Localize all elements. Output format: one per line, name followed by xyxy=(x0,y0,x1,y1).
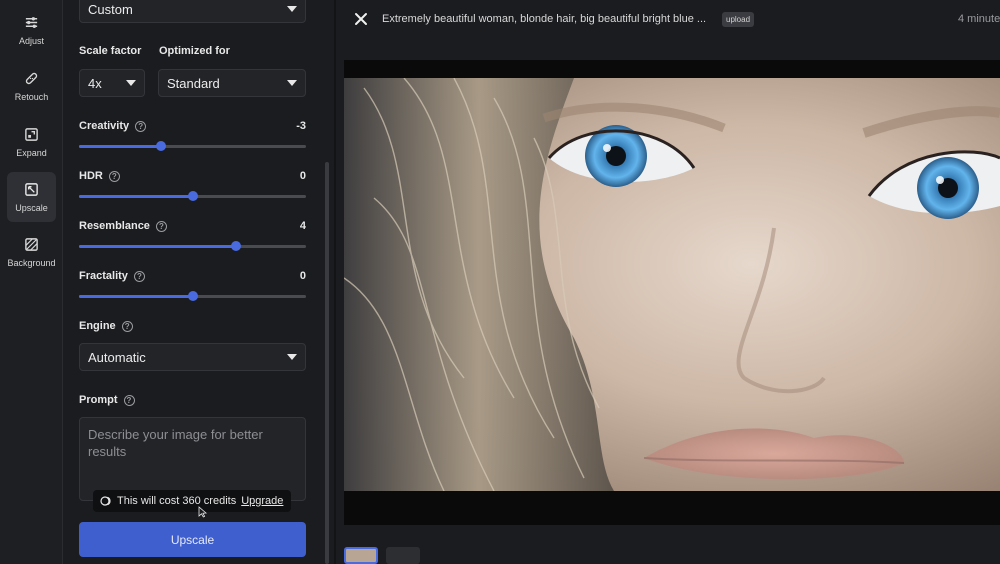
creativity-value: -3 xyxy=(296,120,306,132)
engine-select[interactable]: Automatic xyxy=(79,343,306,371)
resemblance-slider[interactable] xyxy=(79,241,306,251)
slider-fill xyxy=(79,245,236,248)
mode-select-value: Custom xyxy=(88,1,133,17)
resemblance-value: 4 xyxy=(299,220,306,232)
optimized-for-select[interactable]: Standard xyxy=(158,69,306,97)
upload-badge: upload xyxy=(722,12,755,27)
slider-handle[interactable] xyxy=(230,241,241,251)
prompt-label-text: Prompt xyxy=(79,394,118,406)
background-icon xyxy=(25,237,38,251)
rail-item-upscale[interactable]: Upscale xyxy=(7,172,56,222)
creativity-label-text: Creativity xyxy=(79,120,130,132)
scale-factor-value: 4x xyxy=(88,75,102,91)
fractality-slider[interactable] xyxy=(79,291,306,301)
help-icon[interactable]: ? xyxy=(121,320,133,332)
scale-factor-label-text: Scale factor xyxy=(79,45,142,57)
sliders-icon xyxy=(25,16,38,28)
rail-item-label: Upscale xyxy=(15,202,48,213)
help-icon[interactable]: ? xyxy=(123,394,135,406)
hdr-label-text: HDR xyxy=(79,170,103,182)
rail-item-label: Retouch xyxy=(14,91,49,102)
rail-item-label: Expand xyxy=(16,147,47,158)
upscale-button[interactable]: Upscale xyxy=(79,522,306,557)
help-icon[interactable]: ? xyxy=(155,220,167,232)
hdr-label: HDR ? xyxy=(79,170,120,182)
rail-item-adjust[interactable]: Adjust xyxy=(7,5,56,55)
preview-header: Extremely beautiful woman, blonde hair, … xyxy=(336,0,1000,40)
chevron-down-icon xyxy=(126,80,136,86)
scale-factor-label: Scale factor xyxy=(79,45,141,57)
close-icon[interactable] xyxy=(354,12,368,26)
optimized-for-label: Optimized for xyxy=(159,45,230,57)
help-icon[interactable]: ? xyxy=(135,120,147,132)
credits-icon xyxy=(100,496,111,506)
upscale-preview-image xyxy=(344,78,1000,491)
hdr-slider[interactable] xyxy=(79,191,306,201)
slider-handle[interactable] xyxy=(187,291,198,301)
slider-fill xyxy=(79,195,193,198)
prompt-label: Prompt ? xyxy=(79,394,135,406)
upgrade-link[interactable]: Upgrade xyxy=(241,495,283,507)
chevron-down-icon xyxy=(287,80,297,86)
rail-item-label: Adjust xyxy=(18,35,44,46)
thumbnail-strip xyxy=(344,546,1000,564)
optimized-for-value: Standard xyxy=(167,75,220,91)
engine-label: Engine ? xyxy=(79,320,133,332)
credit-cost-tooltip: This will cost 360 credits Upgrade xyxy=(93,490,291,512)
creativity-label: Creativity ? xyxy=(79,120,147,132)
rail-item-retouch[interactable]: Retouch xyxy=(7,61,56,111)
rail-item-label: Background xyxy=(7,257,56,268)
resemblance-label-text: Resemblance xyxy=(79,220,150,232)
fractality-label-text: Fractality xyxy=(79,270,128,282)
mouse-cursor-icon xyxy=(198,506,207,518)
engine-label-text: Engine xyxy=(79,320,116,332)
creativity-slider[interactable] xyxy=(79,141,306,151)
chevron-down-icon xyxy=(287,354,297,360)
help-icon[interactable]: ? xyxy=(108,170,120,182)
fractality-label: Fractality ? xyxy=(79,270,145,282)
thumbnail-selected[interactable] xyxy=(344,547,378,564)
resemblance-label: Resemblance ? xyxy=(79,220,167,232)
tool-rail: Adjust Retouch Expand Upscale Background xyxy=(0,0,63,564)
hdr-value: 0 xyxy=(299,170,306,182)
credit-cost-text: This will cost 360 credits xyxy=(117,495,237,507)
help-icon[interactable]: ? xyxy=(133,270,145,282)
scale-factor-select[interactable]: 4x xyxy=(79,69,145,97)
rail-item-expand[interactable]: Expand xyxy=(7,117,56,167)
upscale-icon xyxy=(25,182,38,196)
panel-divider xyxy=(334,0,336,564)
slider-handle[interactable] xyxy=(155,141,166,151)
slider-handle[interactable] xyxy=(187,191,198,201)
optimized-for-label-text: Optimized for xyxy=(159,45,230,57)
rail-item-background[interactable]: Background xyxy=(7,227,56,277)
slider-fill xyxy=(79,145,161,148)
panel-scrollbar[interactable] xyxy=(323,0,331,564)
upscale-settings-panel: Custom Scale factor Optimized for 4x Sta… xyxy=(63,0,323,564)
slider-fill xyxy=(79,295,193,298)
image-title: Extremely beautiful woman, blonde hair, … xyxy=(382,13,707,25)
fractality-value: 0 xyxy=(299,270,306,282)
portrait-image xyxy=(344,78,1000,491)
image-canvas[interactable] xyxy=(344,60,1000,525)
timestamp: 4 minute xyxy=(958,13,1000,25)
engine-select-value: Automatic xyxy=(88,349,146,365)
chevron-down-icon xyxy=(287,6,297,12)
mode-select[interactable]: Custom xyxy=(79,0,306,23)
expand-icon xyxy=(25,127,38,141)
bandage-icon xyxy=(25,72,38,84)
thumbnail[interactable] xyxy=(386,547,420,564)
prompt-input[interactable]: Describe your image for better results xyxy=(79,417,306,501)
scrollbar-thumb[interactable] xyxy=(325,162,329,564)
